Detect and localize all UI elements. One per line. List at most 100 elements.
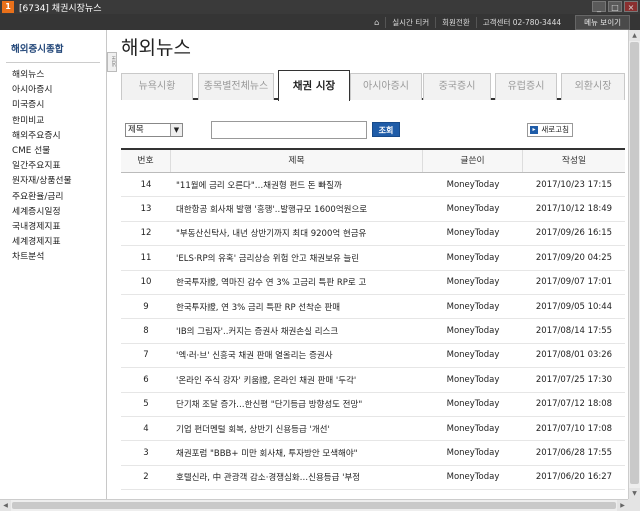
search-button[interactable]: 조회 xyxy=(372,122,400,137)
sidebar-item-commodity-futures[interactable]: 원자재/상품선물 xyxy=(12,174,106,189)
row-title[interactable]: 호텔신라, 中 관광객 감소·경쟁심화…신용등급 '부정 xyxy=(171,471,423,483)
row-date: 2017/10/23 17:15 xyxy=(535,179,613,190)
table-body: 14 "11월에 금리 오른다"…채권형 펀드 돈 빠질까 MoneyToday 20… xyxy=(121,173,625,491)
sidebar-menu: 해외뉴스 아시아증시 미국증시 한미비교 해외주요증시 CME 선물 일간주요지… xyxy=(12,68,106,265)
sidebar-item-chart-analysis[interactable]: 차트분석 xyxy=(12,250,106,265)
table-row[interactable]: 11 'ELS·RP의 유혹' 금리상승 위험 안고 채권보유 늘린 MoneyTo… xyxy=(121,246,625,271)
refresh-button[interactable]: ▸ 새로고침 xyxy=(527,123,573,137)
search-field-select[interactable]: 제목 ▼ xyxy=(125,123,183,137)
table-row[interactable]: 8 'IB의 그림자'..커지는 증권사 채권손실 리스크 MoneyToday 20… xyxy=(121,319,625,344)
row-date: 2017/09/05 10:44 xyxy=(535,301,613,312)
sidebar-item-domestic-econ[interactable]: 국내경제지표 xyxy=(12,220,106,235)
search-input[interactable] xyxy=(211,121,367,139)
row-date: 2017/06/20 16:27 xyxy=(535,472,613,483)
main-content: 해외뉴스 뉴욕시황 종목별전체뉴스 채권 시장 아시아증시 중국증시 유럽증시 … xyxy=(117,30,628,499)
vertical-scrollbar[interactable]: ▲ ▼ xyxy=(628,30,640,499)
row-title[interactable]: 기업 펀더멘털 회복, 상반기 신용등급 '개선' xyxy=(171,423,423,435)
header-number: 번호 xyxy=(121,150,171,172)
scrollbar-corner xyxy=(628,499,640,511)
row-number: 14 xyxy=(140,179,152,190)
tab-ny-market[interactable]: 뉴욕시황 xyxy=(121,73,193,100)
table-row[interactable]: 14 "11월에 금리 오른다"…채권형 펀드 돈 빠질까 MoneyToday 20… xyxy=(121,173,625,198)
table-row[interactable]: 6 '온라인 주식 강자' 키움證, 온라인 채권 판매 '두각' MoneyTod… xyxy=(121,368,625,393)
window-title: [6734] 채권시장뉴스 xyxy=(19,3,102,14)
table-row[interactable]: 2 호텔신라, 中 관광객 감소·경쟁심화…신용등급 '부정 MoneyToday 2… xyxy=(121,466,625,491)
table-row[interactable]: 7 '엑·러·브' 신흥국 채권 판매 열올리는 증권사 MoneyToday 201… xyxy=(121,344,625,369)
sidebar-item-overseas-news[interactable]: 해외뉴스 xyxy=(12,68,106,83)
header-writer: 글쓴이 xyxy=(423,150,523,172)
row-date: 2017/08/14 17:55 xyxy=(535,326,613,337)
maximize-button[interactable]: □ xyxy=(608,1,622,12)
sidebar-item-world-calendar[interactable]: 세계증시일정 xyxy=(12,205,106,220)
sidebar-item-fx-rates[interactable]: 주요환율/금리 xyxy=(12,190,106,205)
tab-europe-stocks[interactable]: 유럽증시 xyxy=(495,73,557,100)
row-title[interactable]: 채권포럼 "BBB+ 미만 회사채, 투자방안 모색해야" xyxy=(171,447,423,459)
sidebar-item-cme-futures[interactable]: CME 선물 xyxy=(12,144,106,159)
row-writer: MoneyToday xyxy=(446,326,500,337)
tab-china-stocks[interactable]: 중국증시 xyxy=(423,73,491,100)
tab-asia-stocks[interactable]: 아시아증시 xyxy=(350,73,422,100)
vertical-scroll-thumb[interactable] xyxy=(630,42,639,484)
scroll-down-icon[interactable]: ▼ xyxy=(629,488,640,499)
sidebar-item-us-stocks[interactable]: 미국증시 xyxy=(12,98,106,113)
row-date: 2017/07/25 17:30 xyxy=(535,374,613,385)
sidebar-item-daily-indicators[interactable]: 일간주요지표 xyxy=(12,159,106,174)
table-row[interactable]: 4 기업 펀더멘털 회복, 상반기 신용등급 '개선' MoneyToday 2017… xyxy=(121,417,625,442)
top-toolbar: ⌂ 실시간 티커 회원전환 고객센터 02-780-3444 메뉴 보이기 xyxy=(0,14,640,30)
table-row[interactable]: 10 한국투자證, 역마진 감수 연 3% 고금리 특판 RP로 고 MoneyTo… xyxy=(121,271,625,295)
row-date: 2017/09/26 16:15 xyxy=(535,228,613,239)
scroll-right-icon[interactable]: ▶ xyxy=(617,500,628,511)
show-menu-button[interactable]: 메뉴 보이기 xyxy=(575,14,630,30)
row-writer: MoneyToday xyxy=(446,204,500,215)
row-title[interactable]: 한국투자證, 역마진 감수 연 3% 고금리 특판 RP로 고 xyxy=(171,276,423,288)
sidebar-hide-toggle[interactable]: HIDE xyxy=(107,52,117,72)
row-title[interactable]: 대한항공 회사채 발행 '흥행'..발행규모 1600억원으로 xyxy=(171,203,423,215)
home-icon[interactable]: ⌂ xyxy=(368,18,385,27)
sidebar-divider xyxy=(6,62,100,63)
close-button[interactable]: × xyxy=(624,1,638,12)
horizontal-scrollbar[interactable]: ◀ ▶ xyxy=(0,499,628,511)
realtime-ticker-link[interactable]: 실시간 티커 xyxy=(385,16,435,28)
scroll-up-icon[interactable]: ▲ xyxy=(629,30,640,41)
customer-center-label: 고객센터 xyxy=(482,17,511,27)
row-title[interactable]: "부동산신탁사, 내년 상반기까지 최대 9200억 현금유 xyxy=(171,227,423,239)
table-row[interactable]: 13 대한항공 회사채 발행 '흥행'..발행규모 1600억원으로 MoneyTo… xyxy=(121,197,625,222)
sidebar-item-korea-us-compare[interactable]: 한미비교 xyxy=(12,114,106,129)
row-number: 6 xyxy=(143,374,149,385)
member-switch-link[interactable]: 회원전환 xyxy=(435,16,476,28)
tab-bond-market[interactable]: 채권 시장 xyxy=(278,70,350,101)
row-writer: MoneyToday xyxy=(446,423,500,434)
sidebar-item-major-overseas[interactable]: 해외주요증시 xyxy=(12,129,106,144)
row-date: 2017/10/12 18:49 xyxy=(535,204,613,215)
header-title: 제목 xyxy=(171,150,423,172)
table-row[interactable]: 12 "부동산신탁사, 내년 상반기까지 최대 9200억 현금유 MoneyTod… xyxy=(121,222,625,247)
row-number: 8 xyxy=(143,326,149,337)
table-row[interactable]: 5 단기채 조달 증가…한신평 "단기등급 방향성도 전망" MoneyToday 2… xyxy=(121,393,625,417)
app-icon: 1 xyxy=(2,1,14,13)
customer-center-link[interactable]: 고객센터 02-780-3444 xyxy=(475,16,567,28)
minimize-button[interactable]: _ xyxy=(592,1,606,12)
row-date: 2017/07/10 17:08 xyxy=(535,423,613,434)
row-date: 2017/09/20 04:25 xyxy=(535,252,613,263)
sidebar-item-world-econ[interactable]: 세계경제지표 xyxy=(12,235,106,250)
sidebar-item-asia-stocks[interactable]: 아시아증시 xyxy=(12,83,106,98)
row-title[interactable]: 'IB의 그림자'..커지는 증권사 채권손실 리스크 xyxy=(171,325,423,337)
row-number: 9 xyxy=(143,301,149,312)
row-title[interactable]: '온라인 주식 강자' 키움證, 온라인 채권 판매 '두각' xyxy=(171,374,423,386)
tab-fx-market[interactable]: 외환시장 xyxy=(561,73,625,100)
sidebar-heading[interactable]: 해외증시종합 xyxy=(11,41,106,55)
row-title[interactable]: 단기채 조달 증가…한신평 "단기등급 방향성도 전망" xyxy=(171,398,423,410)
table-row[interactable]: 3 채권포럼 "BBB+ 미만 회사채, 투자방안 모색해야" MoneyToday… xyxy=(121,441,625,466)
row-writer: MoneyToday xyxy=(446,228,500,239)
table-row[interactable]: 9 한국투자證, 연 3% 금리 특판 RP 선착순 판매 MoneyToday 20… xyxy=(121,295,625,320)
scroll-left-icon[interactable]: ◀ xyxy=(0,500,11,511)
row-title[interactable]: '엑·러·브' 신흥국 채권 판매 열올리는 증권사 xyxy=(171,349,423,361)
row-date: 2017/06/28 17:55 xyxy=(535,447,613,458)
row-title[interactable]: 한국투자證, 연 3% 금리 특판 RP 선착순 판매 xyxy=(171,301,423,313)
row-title[interactable]: 'ELS·RP의 유혹' 금리상승 위험 안고 채권보유 늘린 xyxy=(171,252,423,264)
tab-all-stock-news[interactable]: 종목별전체뉴스 xyxy=(198,73,274,100)
horizontal-scroll-thumb[interactable] xyxy=(12,502,616,509)
chevron-down-icon: ▼ xyxy=(170,124,182,136)
row-title[interactable]: "11월에 금리 오른다"…채권형 펀드 돈 빠질까 xyxy=(171,179,423,191)
row-writer: MoneyToday xyxy=(446,447,500,458)
